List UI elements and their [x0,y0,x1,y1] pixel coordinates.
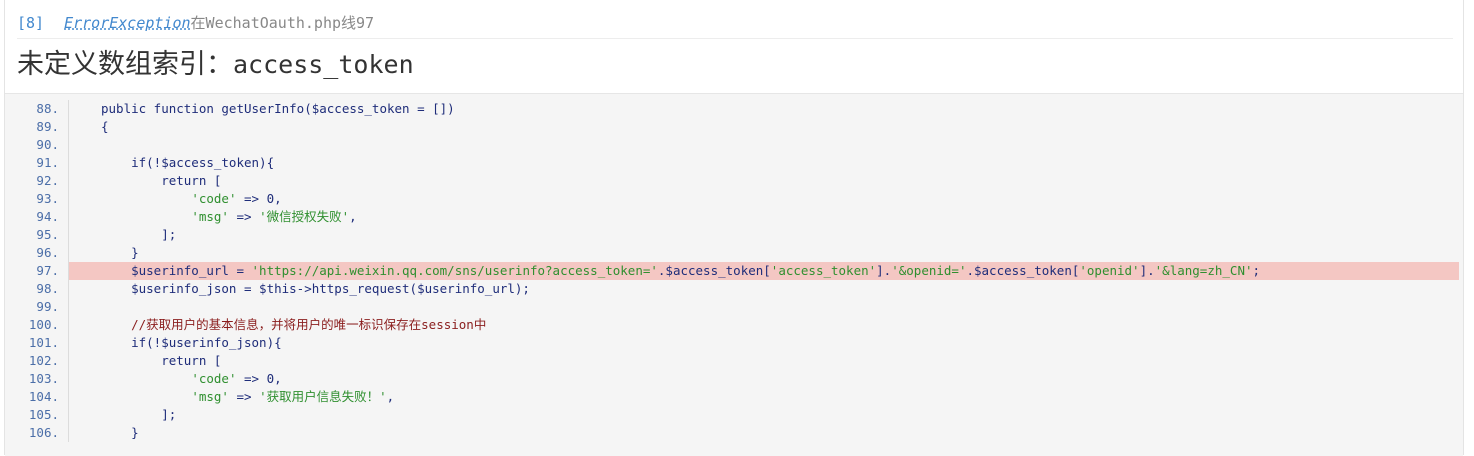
gutter-divider [68,352,69,370]
line-number: 104. [28,389,59,404]
line-number: 96. [36,245,59,260]
gutter-divider [68,208,69,226]
gutter-divider [68,172,69,190]
gutter-divider [68,136,69,154]
exception-class-link[interactable]: ErrorException [64,14,190,32]
location-prefix: 在 [190,14,206,32]
gutter-divider [68,298,69,316]
code-text: 'code' => 0, [191,371,282,386]
gutter-divider [68,406,69,424]
code-line: 103. 'code' => 0, [5,370,1463,388]
line-number: 105. [28,407,59,422]
line-number: 93. [36,191,59,206]
gutter-divider [68,118,69,136]
line-number: 94. [36,209,59,224]
code-line: 93. 'code' => 0, [5,190,1463,208]
line-number: 101. [28,335,59,350]
gutter-divider [68,334,69,352]
code-line: 95. ]; [5,226,1463,244]
code-text: 'msg' => '微信授权失败', [191,209,357,224]
gutter-divider [68,316,69,334]
line-number: 88. [36,101,59,116]
line-number: 102. [28,353,59,368]
line-number: 90. [36,137,59,152]
gutter-divider [68,190,69,208]
code-text: 'msg' => '获取用户信息失败！', [191,389,395,404]
exception-panel: [8] ErrorException在WechatOauth.php线97 未定义… [4,0,1464,456]
gutter-divider [68,100,69,118]
code-text: } [101,245,139,260]
gutter-divider [68,262,69,280]
source-code-block: 88. public function getUserInfo($access_t… [5,93,1463,456]
code-line: 102. return [ [5,352,1463,370]
gutter-divider [68,244,69,262]
line-number: 106. [28,425,59,440]
line-number: 98. [36,281,59,296]
code-text: $userinfo_json = $this->https_request($u… [101,281,530,296]
code-line: 94. 'msg' => '微信授权失败', [5,208,1463,226]
line-prefix: 线 [341,14,357,32]
gutter-divider [68,424,69,442]
file-name: WechatOauth.php [205,14,342,32]
code-text: if(!$access_token){ [101,155,275,170]
code-line: 88. public function getUserInfo($access_t… [5,100,1463,118]
error-message-key: access_token [233,50,414,79]
gutter-divider [68,370,69,388]
code-line: 89. { [5,118,1463,136]
line-number: 95. [36,227,59,242]
line-number: 97. [36,263,59,278]
exception-info-bar: [8] ErrorException在WechatOauth.php线97 [17,8,1453,39]
code-line: 90. [5,136,1463,154]
line-number: 100. [28,317,59,332]
line-number: 99. [36,299,59,314]
code-text: return [ [101,173,222,188]
line-number: 89. [36,119,59,134]
line-number: 97 [356,14,375,32]
code-text: if(!$userinfo_json){ [101,335,282,350]
code-text: } [101,425,139,440]
code-text: 'code' => 0, [191,191,282,206]
code-text: $userinfo_url = 'https://api.weixin.qq.c… [101,263,1261,278]
code-line: 101. if(!$userinfo_json){ [5,334,1463,352]
gutter-divider [68,154,69,172]
gutter-divider [68,226,69,244]
code-line: 91. if(!$access_token){ [5,154,1463,172]
code-line-highlighted: 97. $userinfo_url = 'https://api.weixin.… [5,262,1463,280]
code-line: 104. 'msg' => '获取用户信息失败！', [5,388,1463,406]
code-line: 92. return [ [5,172,1463,190]
line-number: 91. [36,155,59,170]
code-text: ]; [101,227,177,242]
code-line: 106. } [5,424,1463,442]
code-line: 96. } [5,244,1463,262]
code-text: return [ [101,353,222,368]
line-number: 92. [36,173,59,188]
gutter-divider [68,388,69,406]
code-text: ]; [101,407,177,422]
line-number: 103. [28,371,59,386]
code-text: { [101,119,109,134]
error-code: [8] [17,14,45,32]
code-text: public function getUserInfo($access_toke… [101,101,455,116]
code-line: 100. //获取用户的基本信息，并将用户的唯一标识保存在session中 [5,316,1463,334]
code-text: //获取用户的基本信息，并将用户的唯一标识保存在session中 [101,317,487,332]
error-message: 未定义数组索引：access_token [17,42,414,88]
code-line: 99. [5,298,1463,316]
code-line: 105. ]; [5,406,1463,424]
gutter-divider [68,280,69,298]
error-message-text: 未定义数组索引： [17,49,233,80]
code-line: 98. $userinfo_json = $this->https_reques… [5,280,1463,298]
